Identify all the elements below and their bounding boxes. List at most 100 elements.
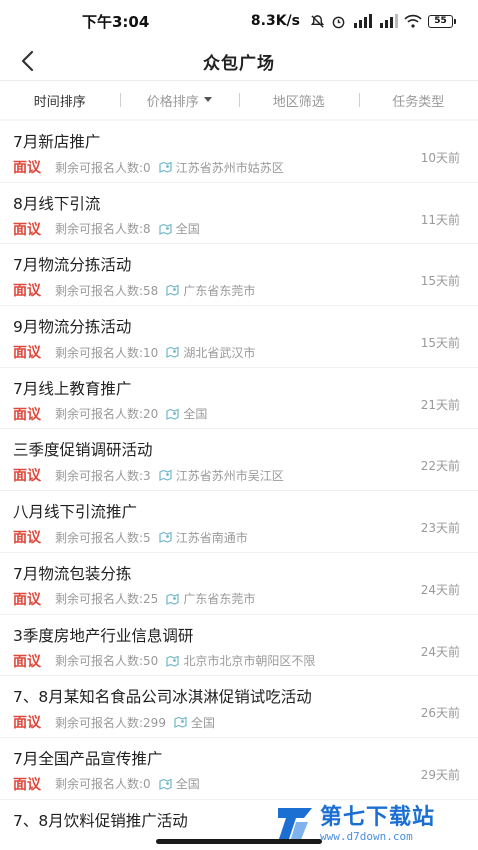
- task-title: 3季度房地产行业信息调研: [13, 626, 194, 645]
- task-time-ago: 23天前: [420, 521, 460, 536]
- filter-label: 价格排序: [146, 94, 199, 110]
- task-row[interactable]: 8月线下引流 面议 剩余可报名人数:8 全国 11天前: [0, 183, 478, 245]
- task-price: 面议: [13, 283, 41, 300]
- alarm-icon: [331, 14, 346, 29]
- task-list: 7月新店推广 面议 剩余可报名人数:0 江苏省苏州市姑苏区 10天前 8月线下引流 面议 剩余…: [0, 121, 478, 850]
- task-time-ago: 10天前: [420, 151, 460, 165]
- location-map-icon: [166, 408, 179, 420]
- task-title: 9月物流分拣活动: [13, 318, 132, 337]
- task-title: 三季度促销调研活动: [13, 441, 153, 460]
- signal-icon-2: [378, 14, 398, 28]
- task-row[interactable]: 7月新店推广 面议 剩余可报名人数:0 江苏省苏州市姑苏区 10天前: [0, 121, 478, 183]
- task-meta: 面议 剩余可报名人数:50 北京市北京市朝阳区不限: [13, 651, 460, 671]
- task-row[interactable]: 9月物流分拣活动面议 剩余可报名人数:10 湖北省武汉市 15天前: [0, 306, 478, 368]
- location-map-icon: [166, 346, 179, 358]
- task-meta: 面议 剩余可报名人数:0 全国: [13, 774, 460, 794]
- nav-bar: 众包广场: [0, 42, 478, 80]
- page-title: 众包广场: [203, 53, 275, 74]
- filter-bar: 时间排序 价格排序 地区筛选 任务类型: [0, 81, 478, 119]
- task-slots: 剩余可报名人数:50: [55, 654, 159, 668]
- caret-down-icon: [203, 97, 212, 102]
- task-time-ago: 15天前: [420, 336, 460, 351]
- task-location: 江苏省苏州市姑苏区: [175, 160, 284, 175]
- status-bar: 下午3:04 8.3K/s 55: [0, 0, 478, 42]
- task-time-ago: 24天前: [420, 582, 460, 597]
- task-price: 面议: [13, 776, 41, 793]
- home-indicator[interactable]: [156, 839, 322, 844]
- filter-sort-price[interactable]: 价格排序: [119, 91, 240, 110]
- location-map-icon: [159, 778, 172, 790]
- status-icons: 8.3K/s 55: [251, 13, 456, 29]
- filter-task-type[interactable]: 任务类型: [358, 91, 478, 110]
- task-location: 全国: [183, 407, 208, 422]
- task-row[interactable]: 三季度促销调研活动面议 剩余可报名人数:3 江苏省苏州市吴江区 22天前: [0, 429, 478, 492]
- watermark-url: www.d7down.com: [320, 830, 413, 843]
- task-time-ago: 24天前: [420, 644, 460, 659]
- task-row[interactable]: 7月线上教育推广面议 剩余可报名人数:20 全国 21天前: [0, 368, 478, 430]
- location-map-icon: [159, 223, 172, 235]
- task-slots: 剩余可报名人数:0: [55, 777, 151, 792]
- task-slots: 剩余可报名人数:5: [55, 530, 151, 545]
- task-slots: 剩余可报名人数:299: [55, 715, 166, 730]
- task-title: 7月全国产品宣传推广: [13, 749, 163, 768]
- task-row[interactable]: 7、8月某知名食品公司冰淇淋促销试吃活动 面议 剩余可报名人数:299 全国 26天前: [0, 676, 478, 738]
- task-location: 湖北省武汉市: [183, 345, 256, 360]
- battery-icon: 55: [428, 14, 456, 28]
- filter-label: 时间排序: [33, 94, 86, 110]
- task-location: 北京市北京市朝阳区不限: [183, 654, 316, 668]
- task-meta: 面议 剩余可报名人数:5 江苏省南通市: [13, 527, 460, 547]
- location-map-icon: [159, 161, 172, 173]
- filter-label: 地区筛选: [272, 94, 325, 110]
- task-row[interactable]: 7月物流包装分拣面议 剩余可报名人数:25 广东省东莞市 24天前: [0, 553, 478, 615]
- task-title: 7月物流包装分拣: [13, 564, 132, 583]
- location-map-icon: [174, 716, 187, 729]
- task-meta: 面议 剩余可报名人数:25 广东省东莞市: [13, 589, 460, 609]
- task-price: 面议: [13, 591, 41, 608]
- task-row[interactable]: 3季度房地产行业信息调研 面议 剩余可报名人数:50 北京市北京市朝阳区不限 24天前: [0, 615, 478, 677]
- task-title: 8月线下引流: [13, 194, 101, 213]
- task-meta: 面议 剩余可报名人数:299 全国: [13, 712, 460, 732]
- back-button[interactable]: [12, 46, 42, 76]
- wifi-icon: [404, 14, 422, 28]
- task-price: 面议: [13, 160, 41, 176]
- task-meta: 面议 剩余可报名人数:0 江苏省苏州市姑苏区: [13, 157, 460, 177]
- task-row[interactable]: 7月物流分拣活动 面议 剩余可报名人数:58 广东省东莞市 15天前: [0, 244, 478, 307]
- task-slots: 剩余可报名人数:58: [55, 283, 159, 298]
- task-time-ago: 21天前: [420, 397, 460, 412]
- task-slots: 剩余可报名人数:25: [55, 592, 159, 607]
- task-price: 面议: [13, 406, 41, 423]
- signal-icon-1: [352, 14, 372, 28]
- location-map-icon: [159, 531, 172, 544]
- task-title: 7月新店推广: [13, 133, 101, 151]
- location-map-icon: [159, 469, 172, 482]
- task-meta: 面议 剩余可报名人数:10 湖北省武汉市: [13, 342, 460, 362]
- chevron-left-icon: [21, 50, 34, 72]
- task-location: 全国: [175, 222, 200, 237]
- task-time-ago: 22天前: [420, 459, 460, 474]
- task-time-ago: 15天前: [420, 274, 460, 289]
- task-meta: 面议 剩余可报名人数:20 全国: [13, 404, 460, 424]
- battery-level: 55: [428, 14, 453, 28]
- task-location: 全国: [190, 715, 215, 730]
- filter-region[interactable]: 地区筛选: [239, 91, 359, 110]
- task-meta: 面议 剩余可报名人数:3 江苏省苏州市吴江区: [13, 465, 460, 485]
- task-row[interactable]: 7月全国产品宣传推广 面议 剩余可报名人数:0 全国 29天前: [0, 738, 478, 800]
- task-slots: 剩余可报名人数:0: [55, 160, 151, 175]
- task-title: 7月物流分拣活动: [13, 256, 132, 275]
- task-price: 面议: [13, 530, 41, 547]
- task-row[interactable]: 八月线下引流推广面议 剩余可报名人数:5 江苏省南通市 23天前: [0, 491, 478, 553]
- task-slots: 剩余可报名人数:3: [55, 468, 151, 483]
- task-time-ago: 26天前: [420, 706, 460, 721]
- task-title: 八月线下引流推广: [13, 503, 138, 522]
- task-location: 广东省东莞市: [183, 283, 256, 298]
- location-map-icon: [166, 284, 179, 297]
- location-map-icon: [166, 593, 179, 605]
- task-title: 7月线上教育推广: [13, 379, 132, 398]
- task-slots: 剩余可报名人数:8: [55, 222, 151, 237]
- filter-sort-time[interactable]: 时间排序: [0, 91, 120, 110]
- task-price: 面议: [13, 653, 41, 670]
- task-price: 面议: [13, 715, 41, 732]
- network-speed: 8.3K/s: [250, 13, 300, 29]
- task-price: 面议: [13, 345, 41, 362]
- task-meta: 面议 剩余可报名人数:58 广东省东莞市: [13, 280, 460, 300]
